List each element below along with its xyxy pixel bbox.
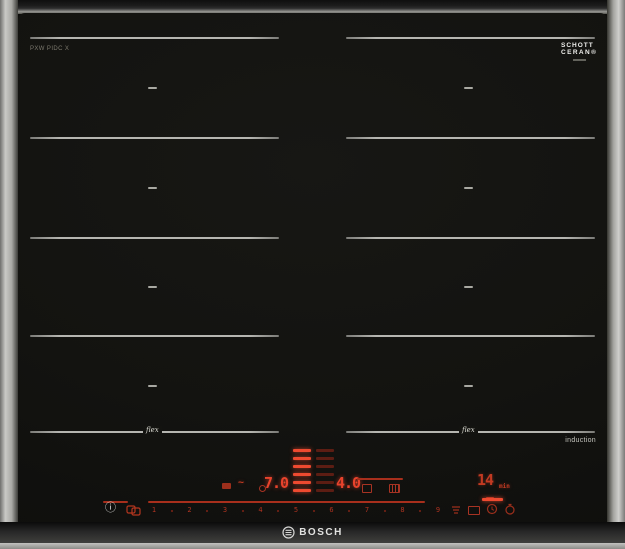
zone-line <box>346 237 595 239</box>
slider-dot[interactable] <box>206 510 208 512</box>
slider-key-2[interactable]: 2 <box>184 506 196 514</box>
slider-key-3[interactable]: 3 <box>219 506 231 514</box>
power-bar-dim <box>316 449 334 452</box>
power-bar-bright <box>293 481 311 484</box>
slider-dot[interactable] <box>348 510 350 512</box>
zone-line <box>30 37 279 39</box>
slider-dot[interactable] <box>313 510 315 512</box>
bosch-wordmark: BOSCH <box>299 527 343 538</box>
zone-centre-mark <box>148 87 157 89</box>
zone-line <box>346 335 595 337</box>
power-bar-bright <box>293 489 311 492</box>
zone-line <box>30 237 279 239</box>
power-bar-dim <box>316 465 334 468</box>
timer-active-segment <box>482 498 503 501</box>
pan-icon[interactable] <box>222 483 231 489</box>
zone-centre-mark <box>148 286 157 288</box>
info-key[interactable]: ⓘ <box>105 503 116 514</box>
induction-cooktop: PXW PIDC X SCHOTT CERAN® flex flex induc… <box>0 0 625 549</box>
power-bar-dim <box>316 473 334 476</box>
slider-dot[interactable] <box>171 510 173 512</box>
zone-line <box>346 37 595 39</box>
timer-display: 14 <box>477 471 494 489</box>
frame-bottom-trim <box>0 543 625 549</box>
left-zone-power-display: 7.0 <box>264 474 289 492</box>
schott-sub-mark <box>573 59 586 61</box>
pan-size-icon[interactable] <box>468 506 480 515</box>
frame-left-edge <box>0 0 18 549</box>
frame-bottom-band: BOSCH <box>0 522 625 543</box>
power-bar-bright <box>293 473 311 476</box>
clock-timer-icon[interactable] <box>486 503 498 515</box>
flex-script-right: flex <box>459 426 478 434</box>
slider-dot[interactable] <box>242 510 244 512</box>
zone-centre-mark <box>464 385 473 387</box>
zone-centre-mark <box>464 87 473 89</box>
slider-key-4[interactable]: 4 <box>255 506 267 514</box>
power-bar-dim <box>316 489 334 492</box>
grid-zone-icon[interactable] <box>389 484 400 493</box>
slider-key-8[interactable]: 8 <box>397 506 409 514</box>
right-zone-power-display: 4.0 <box>336 474 361 492</box>
slider-track[interactable] <box>148 501 425 503</box>
model-number-label: PXW PIDC X <box>30 46 70 52</box>
schott-ceran-logo: SCHOTT CERAN® <box>561 42 597 61</box>
frame-right-edge <box>607 0 625 549</box>
power-bar-bright <box>293 449 311 452</box>
move-zone-icon[interactable] <box>362 484 372 493</box>
slider-dot[interactable] <box>277 510 279 512</box>
transfer-underline <box>357 478 403 480</box>
schott-line2: CERAN® <box>561 49 598 56</box>
zone-centre-mark <box>464 286 473 288</box>
stopwatch-icon[interactable] <box>504 503 516 515</box>
ceramic-glass-surface <box>18 13 607 523</box>
zone-line <box>30 335 279 337</box>
slider-key-5[interactable]: 5 <box>290 506 302 514</box>
power-bar-dim <box>316 457 334 460</box>
timer-unit-label: min <box>499 483 510 490</box>
bosch-emblem-icon <box>282 526 295 539</box>
bosch-logo: BOSCH <box>282 526 343 539</box>
zone-centre-mark <box>148 187 157 189</box>
power-bar-dim <box>316 481 334 484</box>
power-bar-bright <box>293 465 311 468</box>
slider-dot[interactable] <box>419 510 421 512</box>
zone-line <box>346 137 595 139</box>
frame-top-edge <box>0 0 625 14</box>
flex-script-left: flex <box>143 426 162 434</box>
slider-key-6[interactable]: 6 <box>326 506 338 514</box>
boost-icon[interactable] <box>450 505 462 516</box>
slider-key-7[interactable]: 7 <box>361 506 373 514</box>
keep-warm-icon[interactable]: ~ <box>238 477 244 488</box>
frame-bottom-edge: BOSCH <box>0 522 625 549</box>
schott-line1: SCHOTT <box>561 42 594 49</box>
zone-line <box>30 137 279 139</box>
slider-dot[interactable] <box>384 510 386 512</box>
induction-label: induction <box>565 437 596 444</box>
zone-centre-mark <box>464 187 473 189</box>
wipe-protection-icon[interactable] <box>126 504 142 516</box>
power-bar-bright <box>293 457 311 460</box>
slider-key-9[interactable]: 9 <box>432 506 444 514</box>
zone-centre-mark <box>148 385 157 387</box>
slider-key-1[interactable]: 1 <box>148 506 160 514</box>
